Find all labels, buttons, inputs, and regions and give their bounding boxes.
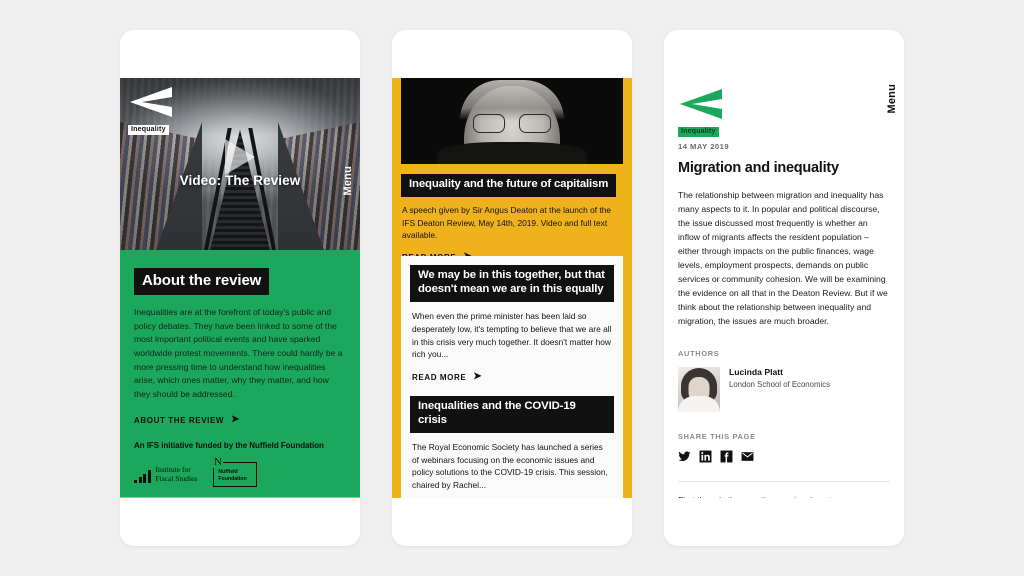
nuffield-foundation-logo[interactable]: N Nuffield Foundation <box>213 457 258 488</box>
article-excerpt: A speech given by Sir Angus Deaton at th… <box>402 204 612 241</box>
partner-logos: Institute for Fiscal Studies N Nuffield … <box>134 457 346 488</box>
article-excerpt: The Royal Economic Society has launched … <box>412 441 608 491</box>
about-the-review-link-label: ABOUT THE REVIEW <box>134 415 225 425</box>
footer-accent-bar <box>120 497 360 498</box>
article-heading: We may be in this together, but that doe… <box>410 265 614 303</box>
play-triangle-icon[interactable] <box>225 139 255 176</box>
about-the-review-panel: About the review Inequalities are at the… <box>120 250 360 498</box>
ifs-logo[interactable]: Institute for Fiscal Studies <box>134 465 198 484</box>
share-label: SHARE THIS PAGE <box>678 431 756 441</box>
about-body-text: Inequalities are at the forefront of tod… <box>134 307 343 399</box>
glasses-shape <box>473 114 551 133</box>
articles-list: Inequality and the future of capitalism … <box>392 78 632 498</box>
ifs-logo-text: Institute for Fiscal Studies <box>155 465 198 483</box>
article-card-2[interactable]: We may be in this together, but that doe… <box>401 256 623 394</box>
hero-caption: Video: The Review <box>179 173 301 188</box>
inequality-chevron-icon <box>130 87 172 117</box>
article-card-1[interactable]: Inequality and the future of capitalism <box>401 174 623 197</box>
inequality-chevron-icon <box>680 89 722 119</box>
arrow-right-icon: ➤ <box>231 414 241 426</box>
share-buttons <box>678 450 890 463</box>
author-organisation: London School of Economics <box>729 379 830 389</box>
logo-wordmark: Inequality <box>678 126 719 137</box>
phone-mockup-articles: Inequality and the future of capitalism … <box>392 30 632 546</box>
inequality-logo[interactable]: Inequality <box>128 86 180 136</box>
nuffield-logo-text: Nuffield Foundation <box>218 469 247 482</box>
about-heading: About the review <box>134 268 270 296</box>
article-date: 14 MAY 2019 <box>678 142 730 151</box>
screenshot-stage: Inequality Menu Video: The Review About … <box>0 0 1024 576</box>
article-continuation: First there is the question: are immigra… <box>678 480 890 498</box>
article-excerpt: When even the prime minister has been la… <box>412 311 612 360</box>
arrow-right-icon: ➤ <box>473 371 483 383</box>
article-detail: Inequality Menu 14 MAY 2019 Migration an… <box>664 78 904 498</box>
author-row[interactable]: Lucinda Platt London School of Economics <box>678 366 890 412</box>
phone2-screen: Inequality and the future of capitalism … <box>392 78 632 498</box>
ifs-bars-icon <box>134 470 151 484</box>
article-heading: Inequalities and the COVID-19 crisis <box>410 396 614 433</box>
author-name: Lucinda Platt <box>729 366 783 377</box>
phone-mockup-home: Inequality Menu Video: The Review About … <box>120 30 360 546</box>
article-heading: Inequality and the future of capitalism <box>401 174 617 197</box>
authors-label: AUTHORS <box>678 348 720 358</box>
deaton-portrait-image[interactable] <box>401 78 623 164</box>
read-more-link-2[interactable]: READ MORE ➤ <box>412 372 612 382</box>
author-avatar <box>678 366 720 412</box>
email-icon[interactable] <box>741 450 754 463</box>
nuffield-n-letter: N <box>213 456 223 469</box>
phone3-screen: Inequality Menu 14 MAY 2019 Migration an… <box>664 78 904 498</box>
article-header: Inequality Menu <box>678 78 898 138</box>
article-body: The relationship between migration and i… <box>678 190 888 326</box>
article-card-3[interactable]: Inequalities and the COVID-19 crisis The… <box>401 387 623 498</box>
phone-mockup-article-detail: Inequality Menu 14 MAY 2019 Migration an… <box>664 30 904 546</box>
inequality-logo[interactable]: Inequality <box>678 88 730 138</box>
phone1-screen: Inequality Menu Video: The Review About … <box>120 78 360 498</box>
hero-video-block[interactable]: Inequality Menu Video: The Review <box>120 78 360 250</box>
logo-wordmark: Inequality <box>128 124 169 135</box>
facebook-icon[interactable] <box>720 450 733 463</box>
twitter-icon[interactable] <box>678 450 691 463</box>
linkedin-icon[interactable] <box>699 450 712 463</box>
article-title: Migration and inequality <box>678 160 839 176</box>
read-more-label: READ MORE <box>412 372 467 382</box>
funder-line: An IFS initiative funded by the Nuffield… <box>134 441 324 451</box>
menu-button[interactable]: Menu <box>886 84 898 114</box>
about-the-review-link[interactable]: ABOUT THE REVIEW ➤ <box>134 415 346 425</box>
